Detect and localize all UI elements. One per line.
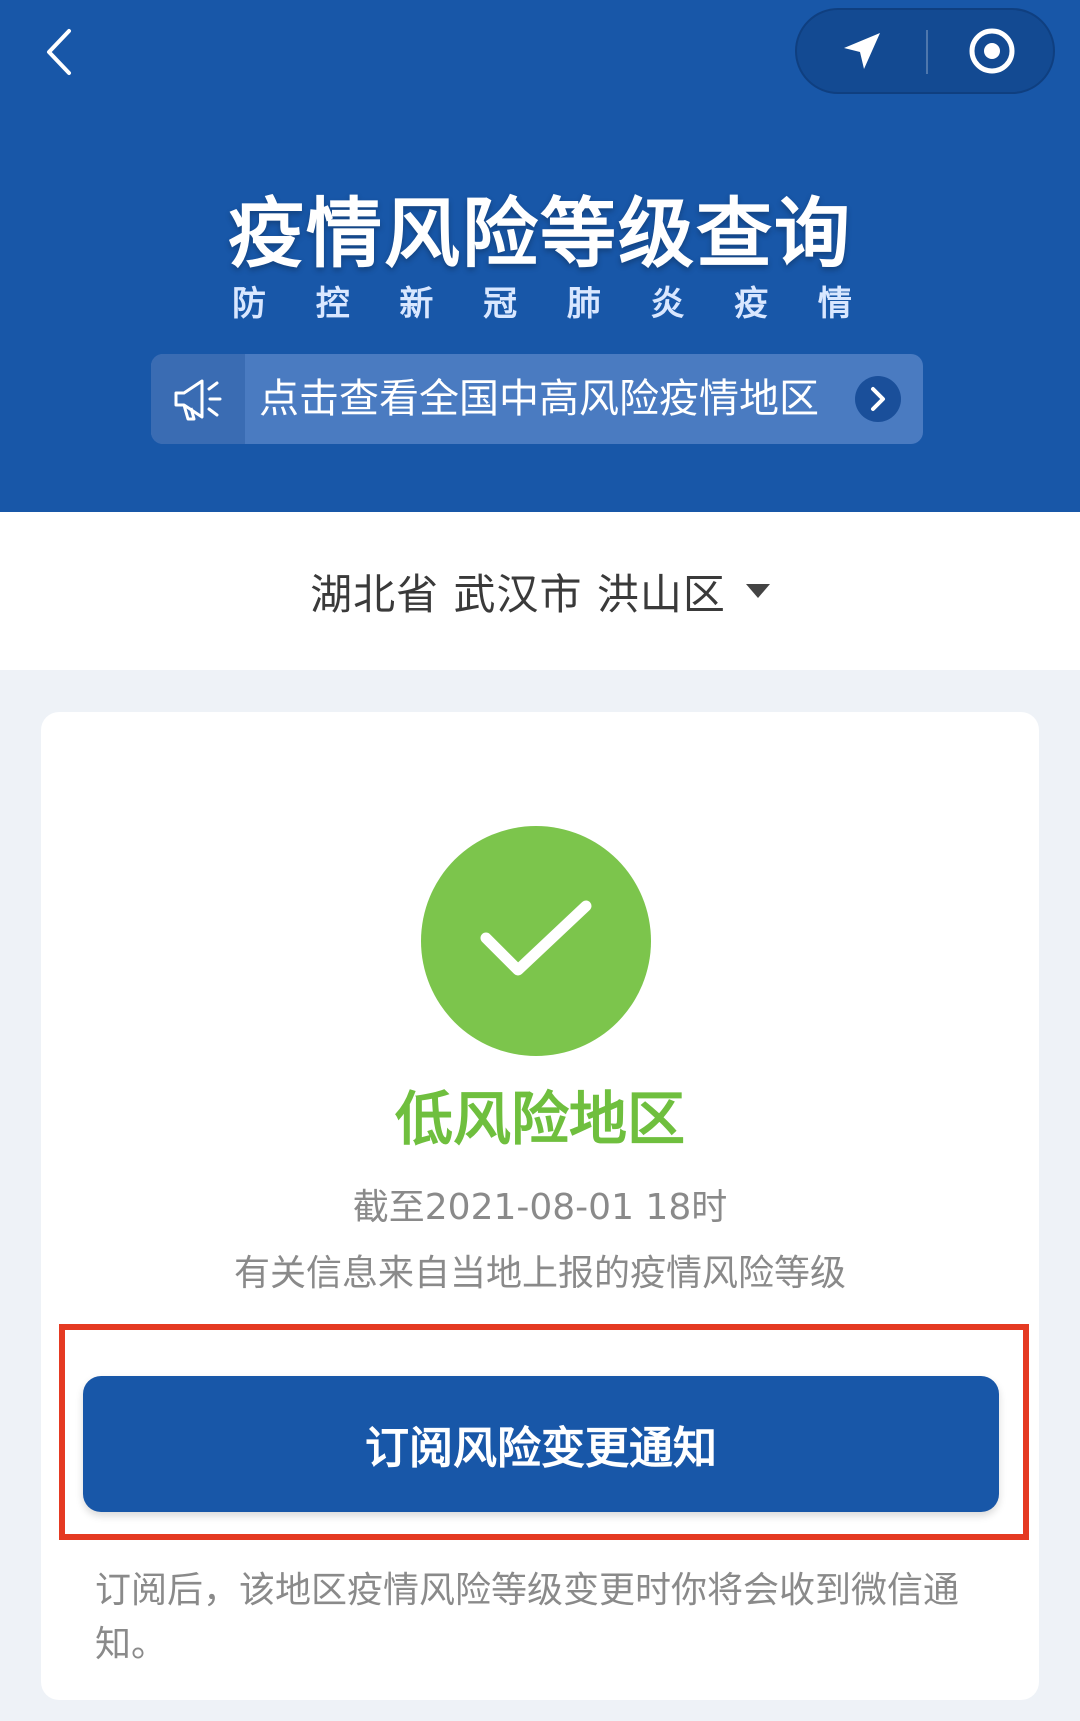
target-circle-icon [969,28,1015,74]
high-risk-areas-notice[interactable]: 点击查看全国中高风险疫情地区 [151,354,923,444]
subtitle-char: 新 [399,284,434,324]
megaphone-icon [174,379,222,421]
data-source-note: 有关信息来自当地上报的疫情风险等级 [233,1253,846,1294]
chevron-left-icon [47,29,71,75]
header: 疫情风险等级查询 防 控 新 冠 肺 炎 疫 情 点击查看全国中高风险疫情地区 [0,0,1080,512]
update-time: 截至2021-08-01 18时 [352,1187,728,1228]
risk-level-label: 低风险地区 [394,1085,685,1153]
low-risk-indicator [421,826,651,1056]
subtitle-char: 冠 [483,284,518,324]
subscribe-button[interactable]: 订阅风险变更通知 [83,1376,999,1512]
dropdown-triangle-icon [745,584,770,598]
subtitle-char: 情 [817,284,852,324]
subtitle-char: 控 [315,284,350,324]
notice-arrow [855,376,901,422]
checkmark-icon [480,900,592,976]
page-subtitle: 防 控 新 冠 肺 炎 疫 情 [232,276,852,325]
back-button[interactable] [34,20,82,84]
location-text: 湖北省 武汉市 洪山区 [310,569,726,619]
navigation-arrow-icon [844,33,880,69]
subtitle-char: 防 [232,284,266,324]
location-selector[interactable]: 湖北省 武汉市 洪山区 [0,512,1080,670]
subscribe-note: 订阅后，该地区疫情风险等级变更时你将会收到微信通知。 [95,1570,960,1665]
mini-program-capsule [795,8,1055,94]
notice-text: 点击查看全国中高风险疫情地区 [259,376,819,422]
subtitle-char: 炎 [650,284,685,324]
risk-status-card: 低风险地区 截至2021-08-01 18时 有关信息来自当地上报的疫情风险等级… [41,712,1039,1700]
page-title: 疫情风险等级查询 [228,189,852,278]
subtitle-char: 疫 [734,284,769,324]
notice-icon-box [151,354,245,444]
subtitle-char: 肺 [566,284,601,324]
chevron-right-icon [871,387,885,411]
record-button[interactable] [927,10,1057,92]
location-button[interactable] [797,10,927,92]
